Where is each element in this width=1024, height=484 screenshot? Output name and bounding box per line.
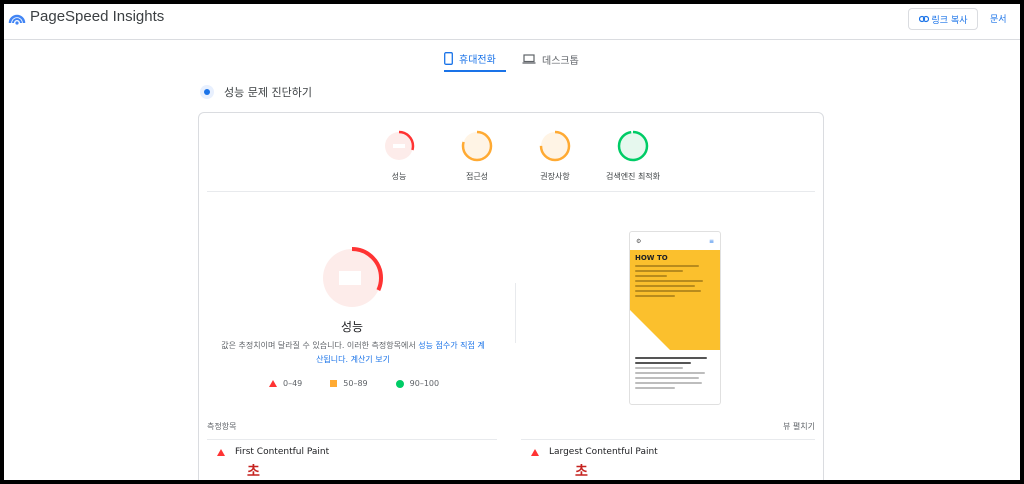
legend-good-range: 90–100 — [409, 379, 440, 388]
legend-average-range: 50–89 — [343, 379, 368, 388]
laptop-icon — [522, 54, 536, 64]
best-practices-gauge-icon — [539, 130, 571, 162]
preview-hero: HOW TO — [630, 250, 720, 350]
copy-link-label: 링크 복사 — [931, 15, 968, 26]
pagespeed-logo-icon — [8, 14, 26, 25]
performance-gauge-icon — [383, 130, 415, 162]
poor-triangle-icon — [217, 448, 225, 456]
category-performance-label: 성능 — [391, 172, 407, 181]
poor-triangle-icon — [531, 448, 539, 456]
preview-heading: HOW TO — [635, 254, 668, 262]
tab-desktop-label: 데스크톱 — [542, 55, 579, 67]
vertical-divider — [515, 283, 516, 343]
metrics-divider-left — [207, 439, 497, 440]
phone-icon — [444, 51, 453, 65]
diagnose-icon — [200, 85, 214, 99]
diagnose-section-title: 성능 문제 진단하기 — [200, 84, 312, 100]
performance-main-gauge — [321, 247, 383, 309]
metric-fcp-name: First Contentful Paint — [235, 447, 330, 457]
metric-lcp-name: Largest Contentful Paint — [549, 447, 658, 457]
accessibility-gauge-icon — [461, 130, 493, 162]
category-accessibility[interactable]: 접근성 — [437, 129, 517, 182]
score-legend: 0–49 50–89 90–100 — [269, 379, 439, 388]
top-header: PageSpeed Insights 링크 복사 문서 — [4, 4, 1020, 40]
triangle-icon — [269, 380, 277, 387]
legend-good: 90–100 — [395, 379, 440, 388]
diagnose-title-text: 성능 문제 진단하기 — [224, 86, 312, 99]
category-accessibility-label: 접근성 — [465, 172, 489, 181]
category-seo-label: 검색엔진 최적화 — [605, 172, 661, 181]
preview-body — [630, 350, 720, 396]
note-text: 값은 추정치이며 달라질 수 있습니다. 이러한 측정항목에서 — [221, 341, 419, 350]
category-best-practices[interactable]: 권장사항 — [515, 129, 595, 182]
preview-logo-icon: ⚙ — [636, 237, 642, 245]
metric-fcp-value: 초 — [247, 464, 260, 480]
tab-mobile-label: 휴대전화 — [459, 54, 496, 66]
metric-lcp-value: 초 — [575, 464, 588, 480]
link-icon — [918, 15, 929, 23]
category-seo[interactable]: 검색엔진 최적화 — [593, 129, 673, 182]
metrics-header: 측정항목 뷰 펼치기 — [207, 421, 815, 432]
category-performance[interactable]: 성능 — [359, 129, 439, 182]
report-card: 성능 접근성 권장사항 검색엔진 최적화 성능 값은 추정치이며 달라질 수 있… — [198, 112, 824, 480]
square-icon — [330, 380, 338, 387]
tab-mobile[interactable]: 휴대전화 — [444, 46, 506, 72]
legend-poor: 0–49 — [269, 379, 302, 388]
performance-note: 값은 추정치이며 달라질 수 있습니다. 이러한 측정항목에서 성능 점수가 직… — [219, 339, 487, 367]
copy-link-button[interactable]: 링크 복사 — [908, 8, 978, 30]
metrics-divider-right — [521, 439, 815, 440]
preview-topbar: ⚙ ≡ — [630, 232, 720, 250]
circle-icon — [395, 379, 404, 388]
page-screenshot-preview: ⚙ ≡ HOW TO — [629, 231, 721, 405]
tab-desktop[interactable]: 데스크톱 — [522, 46, 586, 72]
metrics-title: 측정항목 — [207, 422, 237, 431]
performance-label: 성능 — [340, 320, 364, 334]
legend-average: 50–89 — [330, 379, 368, 388]
metric-fcp: First Contentful Paint — [217, 447, 329, 457]
metric-lcp: Largest Contentful Paint — [531, 447, 658, 457]
docs-link[interactable]: 문서 — [990, 12, 1007, 25]
category-best-practices-label: 권장사항 — [540, 172, 570, 181]
calculator-link[interactable]: 계산기 보기 — [348, 355, 390, 364]
seo-gauge-icon — [617, 130, 649, 162]
app-frame: PageSpeed Insights 링크 복사 문서 휴대전화 데스크톱 성능… — [4, 4, 1020, 480]
category-divider — [207, 191, 815, 192]
brand-title[interactable]: PageSpeed Insights — [30, 8, 164, 25]
legend-poor-range: 0–49 — [283, 379, 303, 388]
expand-view-toggle[interactable]: 뷰 펼치기 — [783, 421, 815, 432]
preview-menu-icon: ≡ — [708, 237, 714, 245]
